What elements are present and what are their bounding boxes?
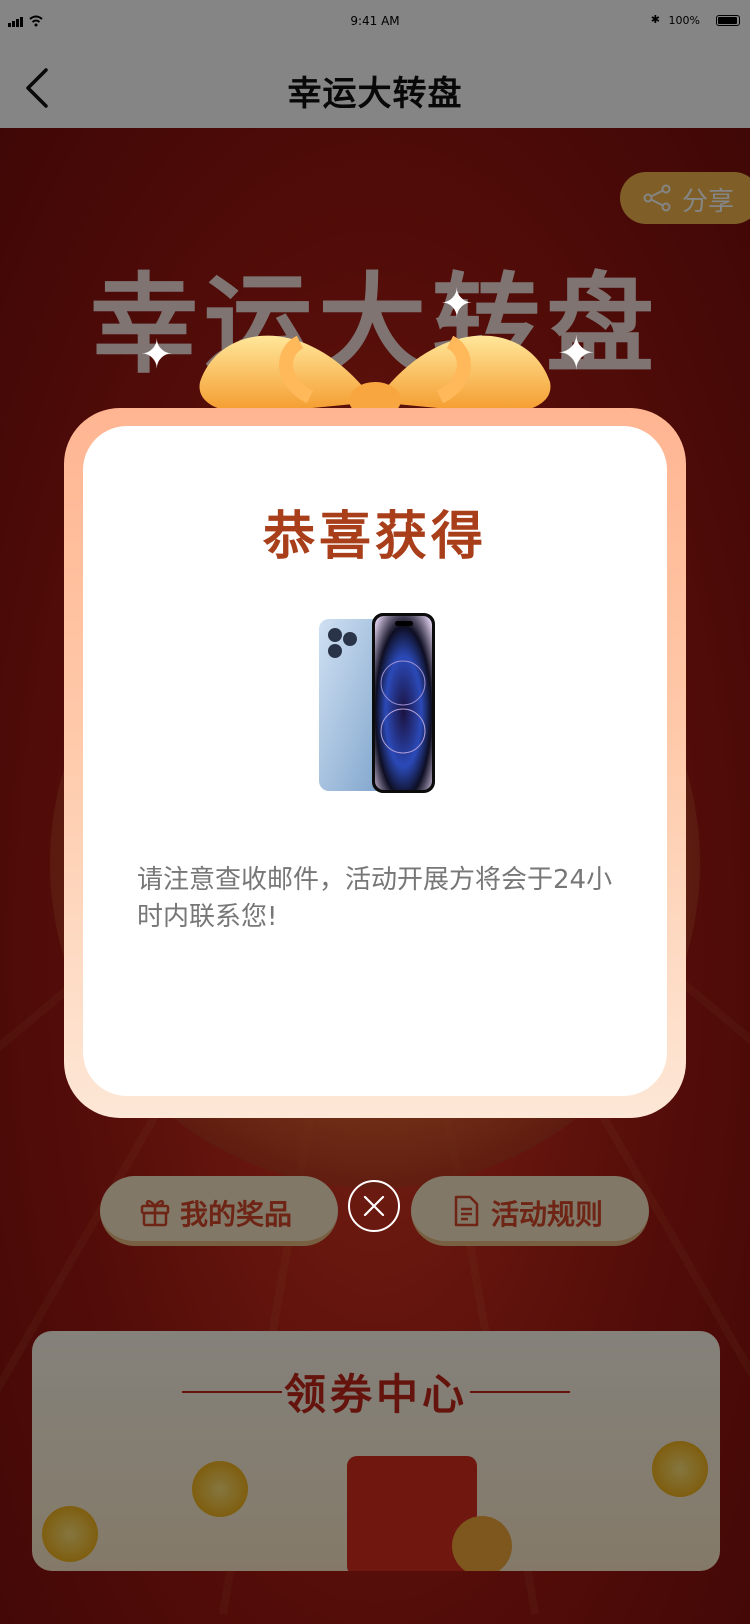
prize-modal: 恭喜获得 请注意查收邮件，活动开展方将会于24小时内联系您! <box>64 408 686 1118</box>
modal-message: 请注意查收邮件，活动开展方将会于24小时内联系您! <box>137 865 613 932</box>
close-icon <box>363 1195 385 1217</box>
modal-title: 恭喜获得 <box>262 507 487 567</box>
sparkle-icon: ✦ <box>140 332 174 378</box>
close-modal-button[interactable] <box>348 1180 400 1232</box>
prize-image <box>319 613 435 793</box>
sparkle-icon: ✦ <box>440 281 474 327</box>
sparkle-icon: ✦ <box>557 326 596 380</box>
gift-bow-image <box>199 335 551 418</box>
prize-modal-content: 恭喜获得 请注意查收邮件，活动开展方将会于24小时内联系您! <box>83 426 667 1096</box>
